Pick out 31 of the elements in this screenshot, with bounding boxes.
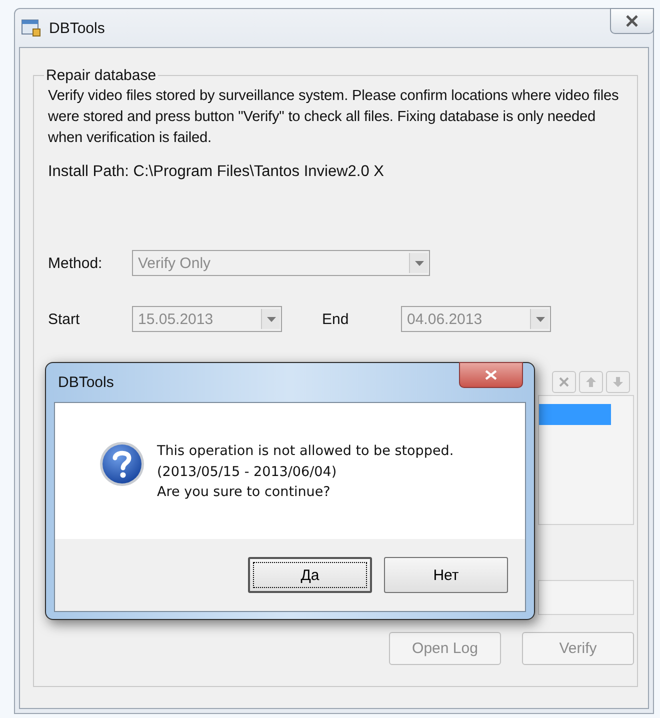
location-list[interactable] <box>538 395 634 525</box>
caret-icon <box>414 260 424 266</box>
dialog-title: DBTools <box>58 374 114 391</box>
group-title: Repair database <box>45 67 158 84</box>
description-text: Verify video files stored by surveillance system. Please confirm locations where video files were stored and press button "Verify" to check all files. Fixing database is only needed when verification is failed. <box>48 87 620 148</box>
question-icon <box>99 441 145 487</box>
close-icon <box>485 370 497 380</box>
install-path-text: Install Path: C:\Program Files\Tantos Inview2.0 X <box>48 163 385 181</box>
app-window-icon <box>21 19 41 37</box>
caret-icon <box>266 316 276 322</box>
message-text: This operation is not allowed to be stopped. <box>157 442 454 461</box>
close-button[interactable] <box>459 362 523 388</box>
remove-button[interactable] <box>552 371 576 393</box>
down-arrow-icon <box>613 377 623 387</box>
start-label: Start <box>48 310 81 328</box>
close-icon <box>559 377 569 387</box>
move-up-button[interactable] <box>579 371 603 393</box>
method-label: Method: <box>48 254 104 272</box>
caret-icon <box>536 316 544 322</box>
close-icon <box>625 15 639 27</box>
selected-list-row[interactable] <box>539 404 611 425</box>
close-button[interactable] <box>610 8 654 34</box>
move-down-button[interactable] <box>606 371 630 393</box>
message-text: Are you sure to continue? <box>157 483 332 502</box>
up-arrow-icon <box>586 377 596 387</box>
end-label: End <box>322 310 350 328</box>
message-text: (2013/05/15 - 2013/06/04) <box>157 462 338 482</box>
dialog-button[interactable]: Нет <box>384 557 508 593</box>
window-title: DBTools <box>49 20 105 36</box>
dialog-button[interactable]: Да <box>248 557 372 593</box>
input-field[interactable] <box>538 580 634 615</box>
